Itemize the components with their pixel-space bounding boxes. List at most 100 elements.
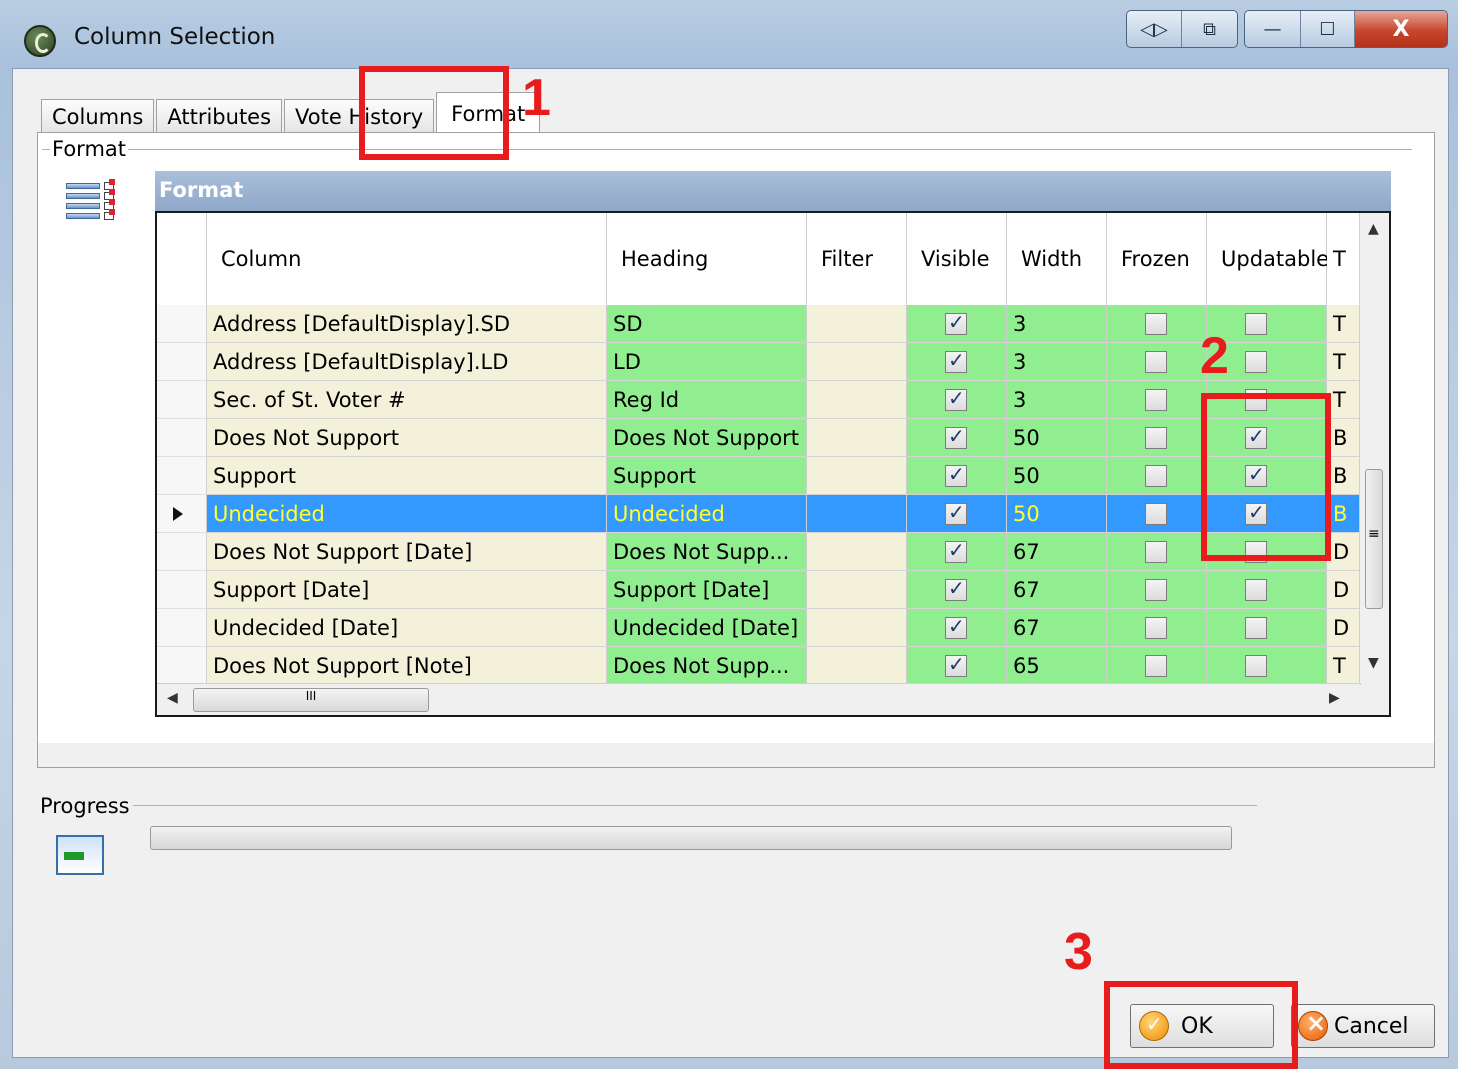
cell-type[interactable]: T — [1327, 381, 1361, 419]
cell-frozen[interactable] — [1107, 305, 1207, 343]
cell-visible[interactable] — [907, 533, 1007, 571]
cell-type[interactable]: D — [1327, 571, 1361, 609]
visible-checkbox[interactable] — [945, 652, 967, 677]
col-header-filter[interactable]: Filter — [807, 213, 907, 305]
cell-column[interactable]: Support [Date] — [207, 571, 607, 609]
frozen-checkbox[interactable] — [1145, 464, 1167, 487]
visible-checkbox[interactable] — [945, 310, 967, 335]
cell-filter[interactable] — [807, 419, 907, 457]
cell-filter[interactable] — [807, 647, 907, 685]
cell-type[interactable]: B — [1327, 457, 1361, 495]
visible-checkbox[interactable] — [945, 424, 967, 449]
row-selector[interactable] — [157, 571, 207, 609]
tab-attributes[interactable]: Attributes — [156, 99, 283, 133]
cell-visible[interactable] — [907, 609, 1007, 647]
cell-width[interactable]: 3 — [1007, 381, 1107, 419]
scroll-left-icon[interactable]: ◀ — [167, 690, 178, 706]
cell-frozen[interactable] — [1107, 571, 1207, 609]
cell-width[interactable]: 67 — [1007, 571, 1107, 609]
cell-type[interactable]: T — [1327, 647, 1361, 685]
cell-heading[interactable]: Undecided — [607, 495, 807, 533]
cell-updatable[interactable] — [1207, 609, 1327, 647]
cell-column[interactable]: Address [DefaultDisplay].LD — [207, 343, 607, 381]
scroll-down-icon[interactable]: ▼ — [1368, 655, 1379, 671]
cell-visible[interactable] — [907, 419, 1007, 457]
visible-checkbox[interactable] — [945, 386, 967, 411]
row-selector[interactable] — [157, 343, 207, 381]
cell-visible[interactable] — [907, 381, 1007, 419]
cell-heading[interactable]: Support — [607, 457, 807, 495]
cell-visible[interactable] — [907, 343, 1007, 381]
row-selector[interactable] — [157, 305, 207, 343]
visible-checkbox[interactable] — [945, 538, 967, 563]
title-bar[interactable]: Column Selection ◁▷ ⧉ — ☐ X — [0, 0, 1458, 68]
cell-filter[interactable] — [807, 457, 907, 495]
cell-visible[interactable] — [907, 571, 1007, 609]
col-header-column[interactable]: Column — [207, 213, 607, 305]
cell-width[interactable]: 3 — [1007, 343, 1107, 381]
cell-column[interactable]: Does Not Support — [207, 419, 607, 457]
cell-filter[interactable] — [807, 533, 907, 571]
row-selector[interactable] — [157, 381, 207, 419]
cell-width[interactable]: 50 — [1007, 495, 1107, 533]
row-selector[interactable] — [157, 647, 207, 685]
cell-column[interactable]: Address [DefaultDisplay].SD — [207, 305, 607, 343]
cell-heading[interactable]: SD — [607, 305, 807, 343]
vertical-scroll-thumb[interactable]: ≡ — [1365, 469, 1383, 609]
frozen-checkbox[interactable] — [1145, 312, 1167, 335]
cell-filter[interactable] — [807, 381, 907, 419]
cell-updatable[interactable] — [1207, 571, 1327, 609]
updatable-checkbox[interactable] — [1245, 616, 1267, 639]
cell-frozen[interactable] — [1107, 495, 1207, 533]
cell-frozen[interactable] — [1107, 419, 1207, 457]
cell-frozen[interactable] — [1107, 381, 1207, 419]
updatable-checkbox[interactable] — [1245, 350, 1267, 373]
cell-width[interactable]: 50 — [1007, 457, 1107, 495]
updatable-checkbox[interactable] — [1245, 578, 1267, 601]
frozen-checkbox[interactable] — [1145, 350, 1167, 373]
cell-width[interactable]: 3 — [1007, 305, 1107, 343]
cell-column[interactable]: Does Not Support [Note] — [207, 647, 607, 685]
cell-heading[interactable]: LD — [607, 343, 807, 381]
tab-columns[interactable]: Columns — [41, 99, 155, 133]
cell-frozen[interactable] — [1107, 609, 1207, 647]
restore-layout-icon[interactable]: ⧉ — [1182, 11, 1237, 47]
cell-heading[interactable]: Does Not Support — [607, 419, 807, 457]
cell-type[interactable]: B — [1327, 419, 1361, 457]
frozen-checkbox[interactable] — [1145, 578, 1167, 601]
cell-type[interactable]: D — [1327, 609, 1361, 647]
col-header-visible[interactable]: Visible — [907, 213, 1007, 305]
visible-checkbox[interactable] — [945, 462, 967, 487]
row-selector[interactable] — [157, 457, 207, 495]
cell-heading[interactable]: Support [Date] — [607, 571, 807, 609]
cell-width[interactable]: 65 — [1007, 647, 1107, 685]
cell-width[interactable]: 50 — [1007, 419, 1107, 457]
cell-frozen[interactable] — [1107, 533, 1207, 571]
scroll-right-icon[interactable]: ▶ — [1329, 690, 1340, 706]
frozen-checkbox[interactable] — [1145, 388, 1167, 411]
visible-checkbox[interactable] — [945, 576, 967, 601]
scroll-up-icon[interactable]: ▲ — [1368, 221, 1379, 237]
cancel-button[interactable]: Cancel — [1291, 1004, 1435, 1048]
cell-column[interactable]: Support — [207, 457, 607, 495]
frozen-checkbox[interactable] — [1145, 426, 1167, 449]
minimize-button[interactable]: — — [1245, 11, 1301, 47]
cell-filter[interactable] — [807, 571, 907, 609]
cell-filter[interactable] — [807, 609, 907, 647]
cell-width[interactable]: 67 — [1007, 609, 1107, 647]
resize-icon[interactable]: ◁▷ — [1127, 11, 1182, 47]
col-header-heading[interactable]: Heading — [607, 213, 807, 305]
horizontal-scroll-thumb[interactable]: III — [193, 688, 429, 712]
updatable-checkbox[interactable] — [1245, 312, 1267, 335]
grid-horizontal-scrollbar[interactable]: ◀ III ▶ — [157, 683, 1359, 715]
maximize-button[interactable]: ☐ — [1301, 11, 1355, 47]
grid-vertical-scrollbar[interactable]: ▲ ≡ ▼ — [1359, 213, 1389, 683]
cell-frozen[interactable] — [1107, 457, 1207, 495]
cell-column[interactable]: Does Not Support [Date] — [207, 533, 607, 571]
cell-column[interactable]: Sec. of St. Voter # — [207, 381, 607, 419]
cell-visible[interactable] — [907, 305, 1007, 343]
frozen-checkbox[interactable] — [1145, 654, 1167, 677]
col-header-type[interactable]: T — [1327, 213, 1361, 305]
cell-heading[interactable]: Does Not Supp... — [607, 647, 807, 685]
cell-type[interactable]: D — [1327, 533, 1361, 571]
